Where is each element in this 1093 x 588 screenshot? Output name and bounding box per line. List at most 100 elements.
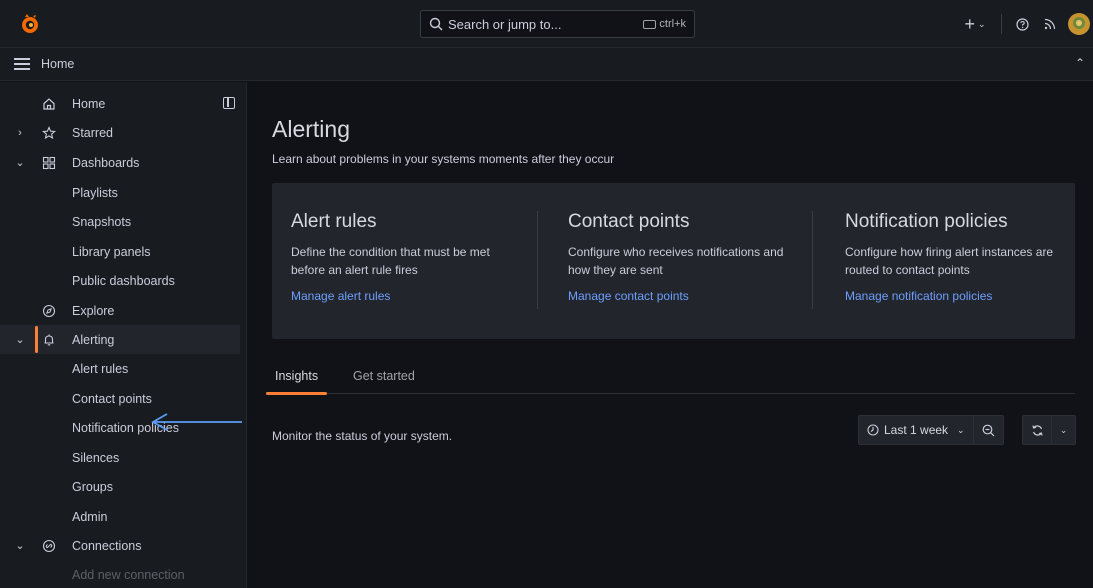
refresh-interval-dropdown[interactable]: ⌄	[1052, 415, 1076, 445]
menu-icon[interactable]	[14, 58, 30, 70]
sidebar-item-label: Snapshots	[72, 214, 132, 229]
grafana-logo-icon[interactable]	[20, 13, 40, 35]
manage-contact-points-link[interactable]: Manage contact points	[568, 289, 818, 303]
sidebar-item-label: Home	[72, 96, 106, 111]
card-description: Configure who receives notifications and…	[568, 245, 784, 277]
sidebar-item-label: Contact points	[72, 391, 152, 406]
plus-icon: +	[964, 13, 975, 34]
sidebar-item-alerting[interactable]: ⌄ Alerting	[0, 325, 240, 354]
page-title: Alerting	[272, 116, 350, 142]
sidebar-item-label: Alert rules	[72, 361, 129, 376]
card-title: Contact points	[568, 211, 690, 232]
breadcrumb-home[interactable]: Home	[41, 57, 74, 71]
breadcrumb-bar: Home ⌃	[0, 48, 1093, 81]
time-range-label: Last 1 week	[884, 423, 949, 437]
sidebar-item-connections[interactable]: ⌄ Connections	[0, 531, 240, 560]
card-notification-policies: Notification policies Configure how firi…	[845, 211, 1093, 303]
star-icon	[42, 125, 56, 139]
user-avatar[interactable]	[1068, 13, 1090, 35]
shortcut-text: ctrl+k	[659, 18, 686, 30]
sidebar-item-label: Groups	[72, 479, 113, 494]
card-description: Configure how firing alert instances are…	[845, 245, 1054, 277]
sync-icon	[1031, 424, 1043, 436]
chevron-down-icon[interactable]: ⌄	[15, 539, 25, 552]
help-icon	[1015, 17, 1029, 31]
page-subtitle: Learn about problems in your systems mom…	[272, 152, 615, 166]
rss-icon	[1044, 18, 1056, 30]
bell-icon	[44, 334, 54, 345]
keyboard-shortcut-hint: ctrl+k	[643, 18, 686, 30]
sidebar-item-label: Library panels	[72, 244, 151, 259]
card-divider	[812, 211, 813, 309]
sidebar-item-library-panels[interactable]: Library panels	[0, 237, 240, 266]
toolbar-divider	[1001, 14, 1002, 34]
sidebar-item-label: Public dashboards	[72, 273, 175, 288]
home-icon	[43, 97, 55, 110]
sidebar-item-label: Starred	[72, 125, 113, 140]
sidebar-item-home[interactable]: Home	[0, 89, 240, 118]
sidebar-item-label: Admin	[72, 509, 108, 524]
sidebar-item-snapshots[interactable]: Snapshots	[0, 207, 240, 236]
sidebar-item-public-dashboards[interactable]: Public dashboards	[0, 266, 240, 295]
manage-notification-policies-link[interactable]: Manage notification policies	[845, 289, 1093, 303]
arrow-left-icon	[151, 413, 242, 431]
sidebar-item-admin[interactable]: Admin	[0, 502, 240, 531]
sidebar-item-label: Dashboards	[72, 155, 140, 170]
tab-get-started[interactable]: Get started	[353, 369, 415, 383]
sidebar-item-contact-points[interactable]: Contact points	[0, 384, 240, 413]
sidebar-item-silences[interactable]: Silences	[0, 443, 240, 472]
top-right-actions: + ⌄	[955, 8, 1093, 40]
connections-icon	[42, 539, 56, 552]
feature-cards-panel: Alert rules Define the condition that mu…	[272, 183, 1075, 339]
card-contact-points: Contact points Configure who receives no…	[568, 211, 818, 303]
tab-insights[interactable]: Insights	[265, 369, 328, 395]
sidebar-item-label: Alerting	[72, 332, 115, 347]
status-text: Monitor the status of your system.	[272, 429, 453, 443]
sidebar-item-alert-rules[interactable]: Alert rules	[0, 354, 240, 383]
time-range-button[interactable]: Last 1 week ⌄	[858, 415, 974, 445]
card-description: Define the condition that must be met be…	[291, 245, 490, 277]
zoom-out-icon	[982, 424, 995, 436]
chevron-down-icon: ⌄	[1059, 424, 1068, 435]
help-button[interactable]	[1008, 10, 1036, 38]
refresh-button[interactable]	[1022, 415, 1052, 445]
clock-icon	[867, 424, 879, 436]
sidebar-item-label: Explore	[72, 303, 115, 318]
news-button[interactable]	[1036, 10, 1064, 38]
compass-icon	[42, 304, 56, 317]
sidebar-item-groups[interactable]: Groups	[0, 472, 240, 501]
sidebar-item-label: Silences	[72, 450, 120, 465]
chevron-down-icon: ⌄	[957, 424, 965, 435]
sidebar-item-explore[interactable]: Explore	[0, 296, 240, 325]
card-title: Alert rules	[291, 211, 377, 232]
manage-alert-rules-link[interactable]: Manage alert rules	[291, 289, 541, 303]
chevron-up-icon[interactable]: ⌃	[1075, 56, 1085, 70]
sidebar-item-label: Connections	[72, 538, 142, 553]
zoom-out-button[interactable]	[973, 415, 1004, 445]
main-content: Alerting Learn about problems in your sy…	[247, 82, 1093, 588]
sidebar-item-label: Playlists	[72, 185, 118, 200]
sidebar-item-starred[interactable]: › Starred	[0, 118, 240, 147]
card-alert-rules: Alert rules Define the condition that mu…	[291, 211, 541, 303]
chevron-down-icon[interactable]: ⌄	[15, 333, 25, 346]
apps-icon	[42, 156, 56, 169]
tab-bar: Insights Get started	[265, 360, 1075, 395]
refresh-picker: ⌄	[1022, 415, 1076, 445]
time-range-picker: Last 1 week ⌄	[858, 415, 1004, 445]
new-button[interactable]: + ⌄	[955, 10, 995, 38]
card-title: Notification policies	[845, 211, 1008, 232]
sidebar-item-playlists[interactable]: Playlists	[0, 178, 240, 207]
chevron-down-icon: ⌄	[977, 18, 986, 29]
search-placeholder: Search or jump to...	[448, 16, 562, 32]
chevron-right-icon[interactable]: ›	[15, 127, 25, 139]
search-bar[interactable]: Search or jump to... ctrl+k	[420, 10, 695, 38]
search-icon	[429, 17, 443, 31]
keyboard-icon	[643, 19, 657, 29]
sidebar-item-add-new-connection[interactable]: Add new connection	[0, 560, 240, 588]
chevron-down-icon[interactable]: ⌄	[15, 156, 25, 169]
sidebar-item-label: Add new connection	[72, 567, 185, 582]
card-divider	[537, 211, 538, 309]
sidebar: Home › Starred ⌄ Dashboards Playlists Sn…	[0, 82, 247, 588]
top-bar: Search or jump to... ctrl+k + ⌄	[0, 0, 1093, 48]
sidebar-item-dashboards[interactable]: ⌄ Dashboards	[0, 148, 240, 177]
